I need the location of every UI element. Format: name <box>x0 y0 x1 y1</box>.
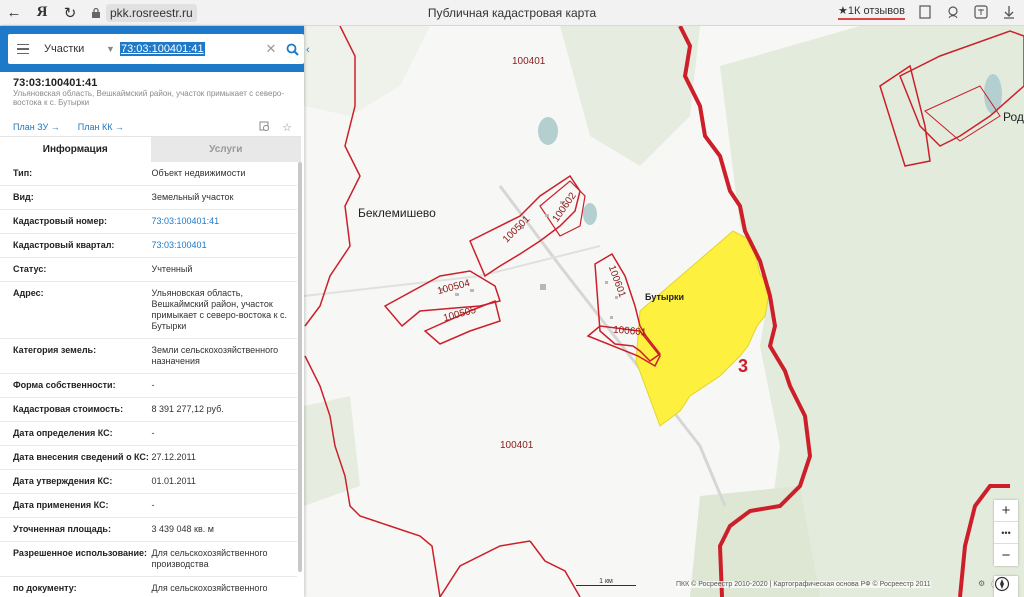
row-label: Дата внесения сведений о КС: <box>13 452 149 462</box>
info-row: Форма собственности: - <box>0 374 297 398</box>
quarter-label-100401-bottom: 100401 <box>500 440 534 451</box>
row-label: Категория земель: <box>13 345 97 355</box>
info-row: Кадастровый номер: 73:03:100401:41 <box>0 210 297 234</box>
map-scale: 1 км <box>576 578 636 586</box>
bookmarks-icon[interactable] <box>916 3 934 21</box>
star-icon[interactable]: ☆ <box>280 120 294 134</box>
row-label: Форма собственности: <box>13 380 116 390</box>
row-value: 27.12.2011 <box>151 452 196 462</box>
protect-icon[interactable] <box>944 3 962 21</box>
settlement-label-beklemishevo: Беклемишево <box>358 206 436 220</box>
row-label: Вид: <box>13 192 34 202</box>
zoom-controls: + ••• − <box>994 500 1018 566</box>
row-value: - <box>151 428 155 438</box>
info-row: Категория земель: Земли сельскохозяйствен… <box>0 339 297 374</box>
info-list: Тип: Объект недвижимости Вид: Земельный уч… <box>0 162 297 597</box>
row-label: Дата утверждения КС: <box>13 476 113 486</box>
row-label: Тип: <box>13 168 33 178</box>
info-row: Кадастровая стоимость: 8 391 277,12 руб. <box>0 398 297 422</box>
settings-icon[interactable]: ⚙ <box>978 579 985 590</box>
row-label: Адрес: <box>13 288 44 298</box>
collapse-panel-icon[interactable]: ‹ <box>306 44 310 56</box>
row-value: 3 439 048 кв. м <box>151 524 214 534</box>
row-label: Дата определения КС: <box>13 428 113 438</box>
info-row: Дата применения КС: - <box>0 494 297 518</box>
address-bar[interactable]: pkk.rosreestr.ru <box>90 3 197 23</box>
panel-scrollbar[interactable] <box>298 162 302 572</box>
info-row: Тип: Объект недвижимости <box>0 162 297 186</box>
url-text[interactable]: pkk.rosreestr.ru <box>106 3 197 22</box>
cadastral-quarter-link[interactable]: 73:03:100401 <box>152 240 297 251</box>
row-label: Дата применения КС: <box>13 500 109 510</box>
row-value: Ульяновская область, Вешкаймский район, … <box>151 288 288 331</box>
lock-icon <box>90 7 102 19</box>
download-icon[interactable] <box>1000 3 1018 21</box>
info-row: Статус: Учтенный <box>0 258 297 282</box>
tab-information[interactable]: Информация <box>0 137 151 162</box>
plan-kk-link[interactable]: План КК → <box>78 122 124 132</box>
search-bar: Участки ▼ 73:03:100401:41 ✕ <box>0 26 304 72</box>
clear-icon[interactable]: ✕ <box>262 41 280 57</box>
menu-icon[interactable] <box>8 34 38 64</box>
info-row: Дата определения КС: - <box>0 422 297 446</box>
browser-toolbar: ← Я ↻ pkk.rosreestr.ru Публичная кадастр… <box>0 0 1024 26</box>
info-row: Уточненная площадь: 3 439 048 кв. м <box>0 518 297 542</box>
info-row: Дата утверждения КС: 01.01.2011 <box>0 470 297 494</box>
info-row: Вид: Земельный участок <box>0 186 297 210</box>
reviews-badge[interactable]: ★1К отзывов <box>838 4 905 20</box>
row-label: Разрешенное использование: <box>13 548 147 558</box>
zoom-to-object-icon[interactable] <box>258 120 272 134</box>
row-value: 01.01.2011 <box>151 476 196 486</box>
row-label: Кадастровый квартал: <box>13 240 115 250</box>
settlement-label-rod: Род <box>1003 110 1024 124</box>
row-value: - <box>151 380 155 390</box>
info-row: Кадастровый квартал: 73:03:100401 <box>0 234 297 258</box>
object-title: 73:03:100401:41 <box>13 77 98 89</box>
more-button[interactable]: ••• <box>994 522 1018 544</box>
back-icon[interactable]: ← <box>0 0 28 26</box>
info-panel: Участки ▼ 73:03:100401:41 ✕ 73:03:100401… <box>0 26 304 597</box>
layer-select[interactable]: Участки <box>38 43 106 55</box>
row-value: Учтенный <box>151 264 193 274</box>
zoom-out-button[interactable]: − <box>994 544 1018 566</box>
tab-services[interactable]: Услуги <box>150 137 301 162</box>
yandex-icon[interactable]: Я <box>28 0 56 26</box>
row-label: Кадастровая стоимость: <box>13 404 124 414</box>
translate-icon[interactable] <box>972 3 990 21</box>
settlement-label-butyrki: Бутырки <box>645 292 685 302</box>
refresh-icon[interactable]: ↻ <box>56 0 84 26</box>
row-value: - <box>151 500 155 510</box>
plan-zu-link[interactable]: План ЗУ → <box>13 122 60 132</box>
map-copyright: ПКК © Росреестр 2010-2020 | Картографиче… <box>676 581 931 588</box>
tab-bar: Информация Услуги <box>0 136 301 162</box>
zoom-in-button[interactable]: + <box>994 500 1018 522</box>
chevron-down-icon[interactable]: ▼ <box>106 44 120 54</box>
row-label: Кадастровый номер: <box>13 216 107 226</box>
cadastral-number-link[interactable]: 73:03:100401:41 <box>152 216 297 227</box>
object-address: Ульяновская область, Вешкаймский район, … <box>13 89 285 107</box>
row-value: Земельный участок <box>151 192 234 202</box>
search-icon[interactable] <box>280 34 304 64</box>
info-row: по документу: Для сельскохозяйственного <box>0 577 297 597</box>
row-value: Объект недвижимости <box>151 168 246 178</box>
row-label: по документу: <box>13 583 77 593</box>
row-value: 8 391 277,12 руб. <box>151 404 224 414</box>
quarter-label-100401-top: 100401 <box>512 56 546 67</box>
info-row: Адрес: Ульяновская область, Вешкаймский р… <box>0 282 297 339</box>
info-row: Дата внесения сведений о КС: 27.12.2011 <box>0 446 297 470</box>
row-label: Статус: <box>13 264 47 274</box>
row-value: Для сельскохозяйственного производства <box>151 548 268 569</box>
search-input[interactable]: 73:03:100401:41 <box>120 42 262 56</box>
compass-icon[interactable] <box>994 576 1018 597</box>
row-value: Для сельскохозяйственного <box>151 583 268 593</box>
row-value: Земли сельскохозяйственного назначения <box>151 345 279 366</box>
info-row: Разрешенное использование: Для сельскохоз… <box>0 542 297 577</box>
row-label: Уточненная площадь: <box>13 524 111 534</box>
search-query[interactable]: 73:03:100401:41 <box>120 42 205 56</box>
district-label-3: 3 <box>738 356 749 376</box>
